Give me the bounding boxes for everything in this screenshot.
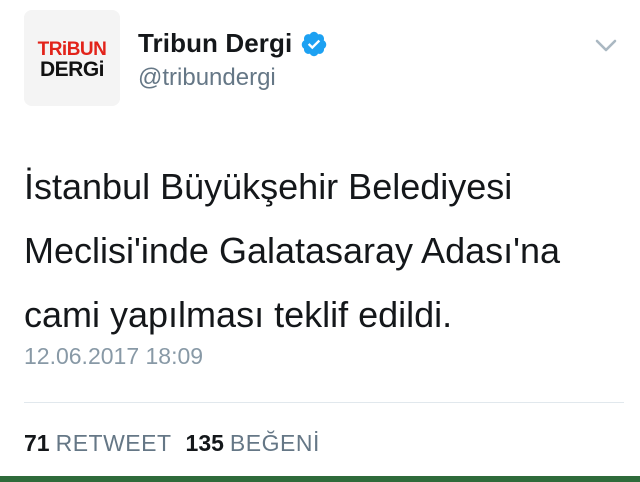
tribun-dergi-logo: TRiBUN DERGi xyxy=(24,10,120,106)
retweets-label: RETWEET xyxy=(55,430,172,456)
avatar[interactable]: TRiBUN DERGi xyxy=(24,10,120,106)
tweet-timestamp[interactable]: 12.06.2017 18:09 xyxy=(24,343,203,370)
user-handle[interactable]: @tribundergi xyxy=(138,64,276,92)
display-name[interactable]: Tribun Dergi xyxy=(138,28,292,59)
author-name-row: Tribun Dergi xyxy=(138,28,328,59)
retweets-count: 71 xyxy=(24,430,50,456)
chevron-down-icon[interactable] xyxy=(592,34,620,56)
likes-count: 135 xyxy=(185,430,224,456)
divider xyxy=(24,402,624,403)
tweet-card: TRiBUN DERGi Tribun Dergi @tribundergi İ… xyxy=(0,0,640,482)
likes-label: BEĞENİ xyxy=(229,430,320,456)
retweets-stat[interactable]: 71 RETWEET xyxy=(24,430,172,457)
bottom-border xyxy=(0,476,640,482)
svg-text:DERGi: DERGi xyxy=(40,58,104,81)
verified-badge-icon xyxy=(300,30,328,58)
tweet-text: İstanbul Büyükşehir Belediyesi Meclisi'i… xyxy=(24,166,561,335)
tweet-stats: 71 RETWEET 135 BEĞENİ xyxy=(24,430,334,457)
likes-stat[interactable]: 135 BEĞENİ xyxy=(186,430,320,457)
svg-text:TRiBUN: TRiBUN xyxy=(38,39,107,60)
